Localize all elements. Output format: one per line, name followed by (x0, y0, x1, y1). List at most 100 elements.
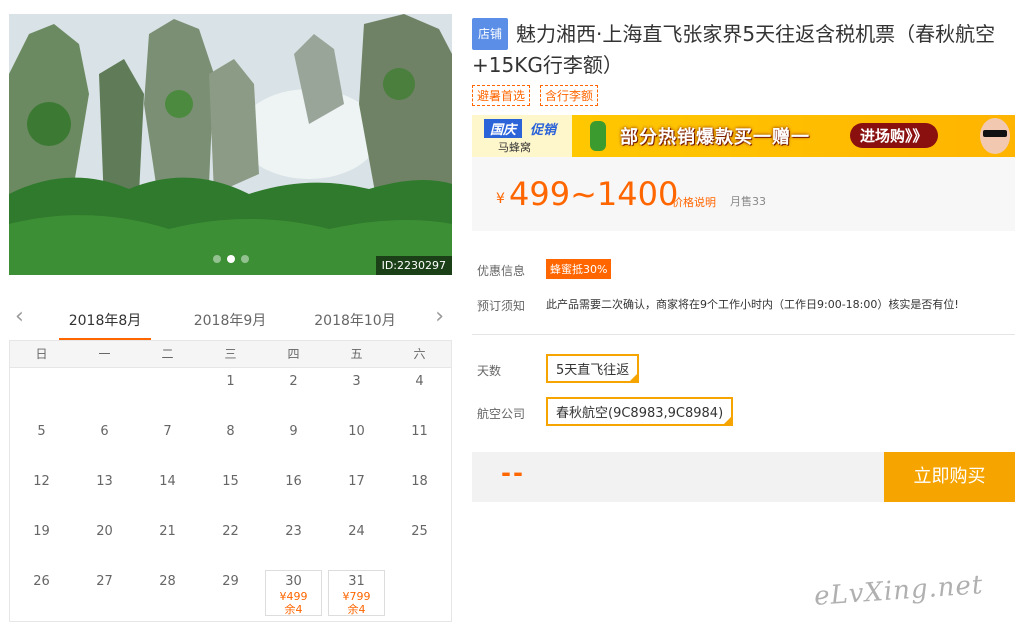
carousel-dots (212, 255, 249, 263)
airline-option-selected[interactable]: 春秋航空(9C8983,9C8984) (546, 397, 734, 426)
airline-label: 航空公司 (477, 407, 526, 421)
price-calendar: 日一二三四五六 1 2 3 4 5 6 7 8 9 10 11 12 13 14 15 16 17 18 19 20 2… (9, 340, 452, 622)
weekday-label: 三 (224, 347, 237, 361)
day-number: 28 (159, 574, 176, 589)
calendar-day: 4 (388, 368, 451, 418)
day-number: 27 (96, 574, 113, 589)
promo-logo-accent: 促销 (530, 123, 557, 138)
day-number: 3 (352, 374, 361, 389)
calendar-day: 25 (388, 518, 451, 568)
day-number: 2 (289, 374, 298, 389)
calendar-day: 28 (136, 568, 199, 618)
days-label: 天数 (477, 364, 502, 378)
day-stock: 余4 (284, 603, 303, 616)
day-number: 23 (285, 524, 302, 539)
calendar-day: 14 (136, 468, 199, 518)
weekday-label: 日 (35, 347, 48, 361)
currency-symbol: ¥ (496, 191, 505, 207)
tag-luggage: 含行李额 (540, 85, 599, 106)
product-tags: 避暑首选 含行李额 (472, 85, 599, 106)
day-number: 31 (348, 574, 365, 589)
notice-text: 此产品需要二次确认，商家将在9个工作小时内（工作日9:00-18:00）核实是否… (546, 298, 959, 311)
month-tab-aug[interactable]: 2018年8月 (59, 310, 151, 341)
calendar-day: 24 (325, 518, 388, 568)
day-number: 15 (222, 474, 239, 489)
day-number: 8 (226, 424, 235, 439)
promo-logo-sub: 马蜂窝 (498, 141, 531, 154)
hero-image-carousel[interactable]: ID:2230297 (9, 14, 452, 275)
divider (472, 334, 1015, 335)
calendar-day (10, 368, 73, 418)
day-number: 10 (348, 424, 365, 439)
day-number: 21 (159, 524, 176, 539)
day-number: 1 (226, 374, 235, 389)
chevron-right-icon[interactable]: › (435, 306, 444, 328)
calendar-day-available[interactable]: 30 ¥499 余4 (265, 570, 322, 616)
calendar-day: 21 (136, 518, 199, 568)
day-price: ¥799 (342, 590, 371, 603)
monthly-sales: 月售33 (730, 195, 766, 208)
calendar-day: 11 (388, 418, 451, 468)
day-number: 6 (100, 424, 109, 439)
carousel-dot[interactable] (240, 255, 249, 263)
site-watermark: eLvXing.net (813, 570, 985, 612)
product-title-text: 魅力湘西·上海直飞张家界5天往返含税机票（春秋航空+15KG行李额） (472, 22, 996, 77)
day-number: 30 (285, 574, 302, 589)
calendar-day-available[interactable]: 31 ¥799 余4 (328, 570, 385, 616)
days-option-selected[interactable]: 5天直飞往返 (546, 354, 640, 383)
month-tab-sep[interactable]: 2018年9月 (184, 310, 276, 330)
month-tab-oct[interactable]: 2018年10月 (309, 310, 401, 330)
mountain-landscape-image (9, 14, 452, 275)
calendar-weekday-header: 日一二三四五六 (10, 341, 451, 368)
discount-badge: 蜂蜜抵30% (546, 259, 612, 279)
day-number: 19 (33, 524, 50, 539)
day-number: 20 (96, 524, 113, 539)
day-number: 13 (96, 474, 113, 489)
total-price: -- (501, 459, 525, 487)
day-number: 18 (411, 474, 428, 489)
price-explain-link[interactable]: 价格说明 (672, 194, 716, 210)
weekday-label: 四 (287, 347, 300, 361)
day-price: ¥499 (279, 590, 308, 603)
promo-banner[interactable]: 国庆 促销 马蜂窝 部分热销爆款买一赠一 进场购》》 (472, 115, 1015, 157)
day-number: 24 (348, 524, 365, 539)
product-page: ID:2230297 ‹ 2018年8月 2018年9月 2018年10月 › … (0, 0, 1024, 627)
calendar-day: 20 (73, 518, 136, 568)
calendar-day: 5 (10, 418, 73, 468)
weekday-label: 六 (413, 347, 426, 361)
day-number: 29 (222, 574, 239, 589)
calendar-day: 13 (73, 468, 136, 518)
calendar-day: 29 (199, 568, 262, 618)
carousel-dot[interactable] (212, 255, 221, 263)
day-number: 4 (415, 374, 424, 389)
discount-label: 优惠信息 (477, 264, 526, 278)
calendar-day (388, 568, 451, 618)
day-number: 14 (159, 474, 176, 489)
buy-now-button[interactable]: 立即购买 (884, 452, 1015, 502)
calendar-month-nav: ‹ 2018年8月 2018年9月 2018年10月 › (9, 300, 452, 341)
promo-text: 部分热销爆款买一赠一 (620, 127, 810, 148)
carousel-dot-active[interactable] (226, 255, 235, 263)
calendar-day: 3 (325, 368, 388, 418)
buy-bar: -- 立即购买 (472, 452, 1015, 502)
notice-label: 预订须知 (477, 299, 526, 313)
calendar-day: 7 (136, 418, 199, 468)
tag-summer: 避暑首选 (472, 85, 531, 106)
calendar-day: 10 (325, 418, 388, 468)
day-number: 22 (222, 524, 239, 539)
price-range: 499~1400 (509, 175, 679, 213)
cactus-icon (590, 121, 606, 151)
chevron-left-icon[interactable]: ‹ (15, 306, 24, 328)
promo-logo-main: 国庆 (484, 119, 523, 138)
calendar-day: 1 (199, 368, 262, 418)
promo-logo: 国庆 促销 马蜂窝 (472, 115, 572, 157)
calendar-day: 27 (73, 568, 136, 618)
day-number: 26 (33, 574, 50, 589)
calendar-day: 8 (199, 418, 262, 468)
day-number: 16 (285, 474, 302, 489)
promo-enter-button[interactable]: 进场购》》 (850, 123, 938, 148)
sunglasses-face-icon (980, 118, 1010, 154)
day-number: 17 (348, 474, 365, 489)
calendar-day: 17 (325, 468, 388, 518)
calendar-day: 15 (199, 468, 262, 518)
